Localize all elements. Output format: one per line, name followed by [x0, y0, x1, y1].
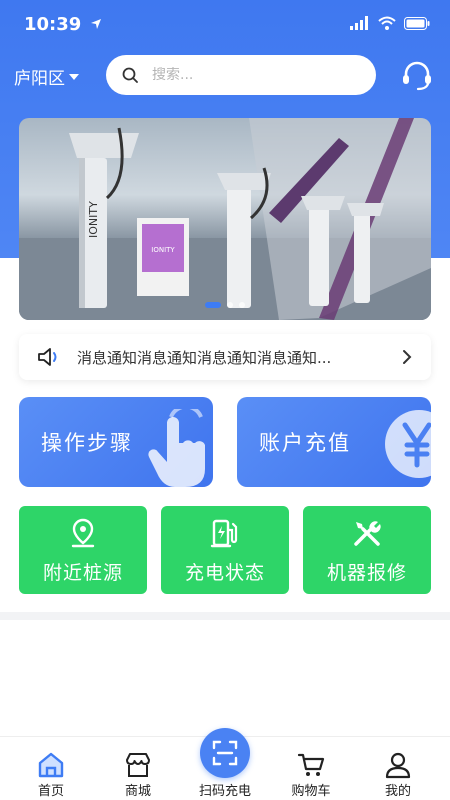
tab-profile-label: 我的	[384, 784, 411, 799]
search-input[interactable]	[152, 67, 342, 83]
customer-service-icon[interactable]	[400, 58, 434, 92]
carousel-dot-2[interactable]	[227, 302, 233, 308]
charging-station-icon	[210, 519, 238, 548]
user-icon	[385, 752, 411, 779]
scan-charge-button[interactable]	[200, 728, 250, 778]
account-recharge-card[interactable]: 账户充值	[237, 397, 431, 487]
tab-cart-label: 购物车	[291, 784, 331, 799]
carousel-dot-1[interactable]	[205, 302, 221, 308]
tab-shop[interactable]: 商城	[98, 737, 178, 800]
carousel-indicator[interactable]	[19, 302, 431, 308]
tab-scan-charge-label: 扫码充电	[198, 784, 251, 799]
chevron-right-icon	[403, 350, 412, 364]
status-bar: 10:39	[0, 0, 450, 50]
operation-steps-card[interactable]: 操作步骤	[19, 397, 213, 487]
cart-icon	[297, 753, 325, 776]
carousel-dot-3[interactable]	[239, 302, 245, 308]
location-pin-icon	[71, 518, 95, 548]
wifi-icon	[378, 16, 396, 30]
notice-bar[interactable]: 消息通知消息通知消息通知消息通知...	[19, 334, 431, 380]
banner-image: IONITY IONITY	[19, 118, 431, 320]
home-icon	[38, 752, 64, 778]
charging-status-label: 充电状态	[184, 562, 265, 584]
machine-repair-label: 机器报修	[326, 562, 407, 584]
account-recharge-label: 账户充值	[259, 431, 351, 455]
clock-text: 10:39	[24, 14, 82, 35]
nearby-chargers-label: 附近桩源	[42, 562, 123, 584]
promo-banner[interactable]: IONITY IONITY	[19, 118, 431, 320]
repair-tools-icon	[354, 521, 381, 546]
location-arrow-icon	[90, 19, 101, 29]
banner-brand-charger: IONITY	[87, 201, 100, 238]
charging-status-button[interactable]: 充电状态	[161, 506, 289, 594]
scan-icon	[212, 740, 238, 766]
tab-profile[interactable]: 我的	[358, 737, 438, 800]
tab-home[interactable]: 首页	[11, 737, 91, 800]
banner-brand-screen: IONITY	[151, 246, 175, 254]
notice-text: 消息通知消息通知消息通知消息通知...	[77, 348, 332, 367]
caret-down-icon	[69, 73, 79, 80]
operation-steps-label: 操作步骤	[41, 431, 133, 455]
machine-repair-button[interactable]: 机器报修	[303, 506, 431, 594]
tab-cart[interactable]: 购物车	[271, 737, 351, 800]
cellular-signal-icon	[350, 16, 368, 30]
search-icon	[122, 67, 138, 83]
speaker-icon	[38, 348, 57, 366]
shop-icon	[126, 753, 150, 777]
nearby-chargers-button[interactable]: 附近桩源	[19, 506, 147, 594]
location-selector[interactable]: 庐阳区	[14, 64, 79, 89]
section-divider	[0, 612, 450, 620]
search-bar[interactable]	[106, 55, 376, 95]
status-time: 10:39	[24, 14, 102, 35]
location-label: 庐阳区	[14, 69, 65, 89]
tap-hand-icon	[148, 409, 205, 487]
tab-home-label: 首页	[37, 784, 64, 799]
status-icons	[350, 16, 430, 30]
battery-icon	[404, 16, 430, 30]
top-header: 庐阳区	[0, 52, 450, 98]
yuan-icon	[385, 410, 431, 478]
tab-shop-label: 商城	[124, 784, 151, 799]
